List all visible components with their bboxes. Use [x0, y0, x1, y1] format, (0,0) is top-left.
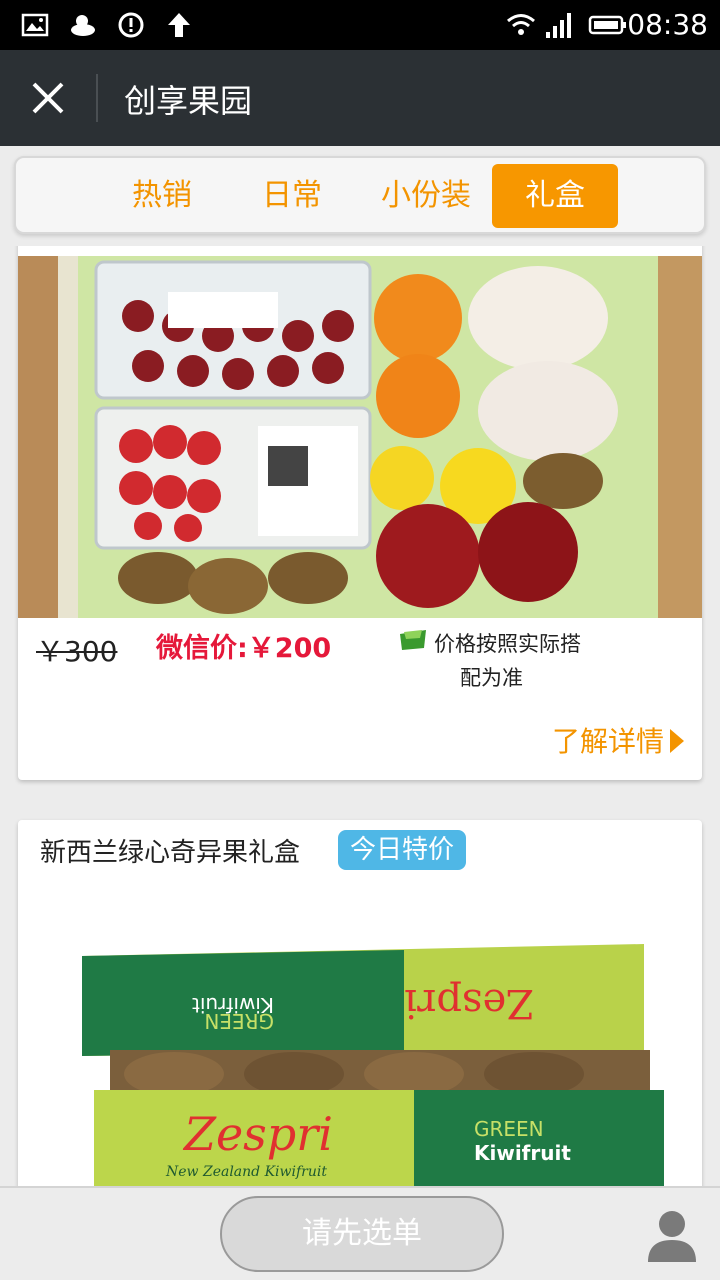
page-title: 创享果园: [124, 82, 253, 120]
product-card[interactable]: 新西兰绿心奇异果礼盒 今日特价 Kiwifruit GREEN Zespri Z…: [18, 820, 702, 1186]
select-order-button[interactable]: 请先选单: [220, 1196, 504, 1272]
battery-icon: [588, 15, 626, 35]
kiwifruit-box-photo[interactable]: Kiwifruit GREEN Zespri Zespri New Zealan…: [74, 940, 664, 1186]
details-link-label: 了解详情: [551, 725, 664, 758]
product-card[interactable]: ￥300 微信价:￥200 价格按照实际搭 配为准 了解详情: [18, 246, 702, 780]
details-link[interactable]: 了解详情: [552, 720, 684, 760]
tab-hot[interactable]: 热销: [112, 164, 212, 228]
tab-gift-box[interactable]: 礼盒: [492, 164, 618, 228]
fruit-gift-box-photo[interactable]: [18, 256, 702, 618]
product-title: 新西兰绿心奇异果礼盒: [40, 838, 301, 868]
tab-daily[interactable]: 日常: [242, 164, 342, 228]
user-icon[interactable]: [646, 1208, 698, 1262]
special-offer-badge: 今日特价: [338, 830, 467, 870]
original-price: ￥300: [36, 635, 118, 668]
status-time: 08:38: [627, 8, 708, 41]
price-note-icon: [400, 630, 426, 650]
close-icon[interactable]: [24, 74, 72, 122]
box-text-brand: Zespri: [182, 1107, 333, 1161]
signal-icon: [546, 13, 571, 38]
product-list[interactable]: ￥300 微信价:￥200 价格按照实际搭 配为准 了解详情 新西兰绿心奇异果礼…: [0, 246, 720, 1186]
tab-small-pack[interactable]: 小份装: [364, 164, 488, 228]
category-tabs: 热销 日常 小份装 礼盒: [14, 156, 706, 234]
box-text-green: GREEN: [474, 1117, 544, 1141]
box-text-green-top: GREEN: [204, 1009, 274, 1033]
sync-icon: [118, 12, 144, 38]
wechat-price: 微信价:￥200: [156, 633, 332, 664]
title-divider: [96, 74, 98, 122]
status-bar: 08:38: [0, 0, 720, 50]
box-text-kiwifruit: Kiwifruit: [474, 1141, 571, 1165]
price-note-line2: 配为准: [460, 666, 523, 690]
title-bar: 创享果园: [0, 50, 720, 146]
price-note-line1: 价格按照实际搭: [434, 632, 581, 656]
box-text-nz: New Zealand Kiwifruit: [165, 1164, 327, 1180]
upload-arrow-icon: [168, 13, 190, 37]
image-icon: [21, 13, 49, 37]
wifi-icon: [507, 14, 535, 35]
play-triangle-icon: [670, 729, 684, 753]
bottom-bar: 请先选单: [0, 1186, 720, 1280]
box-text-brand-top: Zespri: [404, 980, 534, 1026]
weather-cloud-icon: [71, 15, 95, 36]
